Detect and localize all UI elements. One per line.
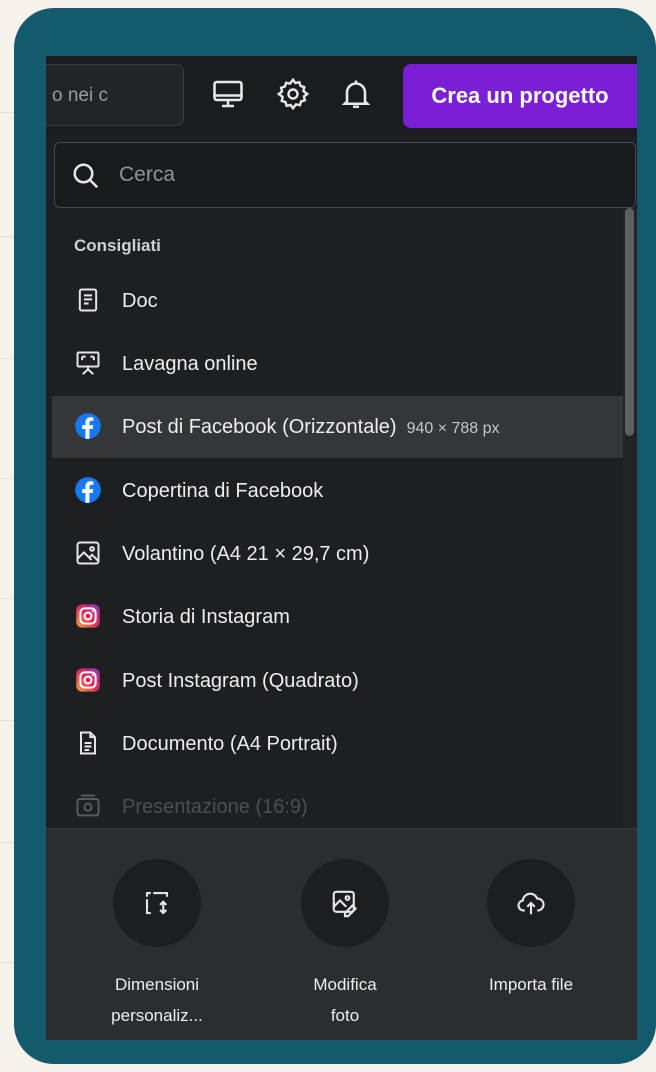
list-item-label: Presentazione (16:9) [122,796,308,818]
panel-search-input[interactable]: Cerca [54,142,636,208]
resize-icon [145,891,169,915]
presentation-icon [76,794,100,817]
list-item-whiteboard[interactable]: Lavagna online [52,333,623,395]
upload-file-circle[interactable] [487,859,575,947]
quick-actions-bar: Dimensioni personaliz... Modifica foto I… [46,828,637,1040]
instagram-icon [76,604,100,628]
list-item-instagram-story[interactable]: Storia di Instagram [52,586,623,648]
edit-photo-label: Modifica foto [313,975,377,1025]
list-item-label: Copertina di Facebook [122,480,324,502]
custom-size-label: Dimensioni personaliz... [111,975,203,1025]
custom-size-button[interactable]: Dimensioni personaliz... [72,859,242,1031]
list-item-instagram-post[interactable]: Post Instagram (Quadrato) [52,650,623,712]
scrollbar-thumb[interactable] [625,208,634,436]
list-item-label: Post di Facebook (Orizzontale) 940 × 788 … [122,416,500,438]
create-project-button[interactable]: Crea un progetto [403,64,637,128]
upload-file-label: Importa file [488,975,574,994]
section-title: Consigliati [74,236,161,255]
gear-icon[interactable] [275,76,311,112]
monitor-icon[interactable] [210,76,246,112]
document-icon [80,731,96,755]
edit-photo-circle[interactable] [301,859,389,947]
list-item-facebook-post[interactable]: Post di Facebook (Orizzontale) 940 × 788 … [52,396,623,458]
list-item-label: Storia di Instagram [122,606,290,628]
app-window: o nei c Crea un progetto Cerca Consiglia… [46,56,637,1040]
list-item-doc[interactable]: Doc [52,270,623,332]
size-hint: 940 × 788 px [406,420,500,437]
search-icon [73,163,99,189]
upload-cloud-icon [517,892,545,915]
bell-icon[interactable] [338,76,374,112]
list-item-flyer[interactable]: Volantino (A4 21 × 29,7 cm) [52,523,623,585]
list-item-label: Doc [122,290,158,312]
list-item-facebook-cover[interactable]: Copertina di Facebook [52,460,623,522]
search-placeholder: Cerca [119,163,176,186]
top-search-input[interactable]: o nei c [46,64,184,126]
facebook-icon [75,477,101,503]
list-item-document[interactable]: Documento (A4 Portrait) [52,713,623,775]
edit-photo-icon [332,890,358,918]
doc-icon [78,288,98,312]
list-item-label: Documento (A4 Portrait) [122,733,338,755]
list-item-label: Volantino (A4 21 × 29,7 cm) [122,543,370,565]
suggestions-list: Consigliati Doc Lavagna online Post di F… [46,208,623,828]
custom-size-circle[interactable] [113,859,201,947]
list-item-label: Post Instagram (Quadrato) [122,670,359,692]
list-item-label: Lavagna online [122,353,258,375]
upload-file-button[interactable]: Importa file [446,859,616,1000]
edit-photo-button[interactable]: Modifica foto [260,859,430,1031]
facebook-icon [75,413,101,439]
image-icon [76,541,100,565]
whiteboard-icon [76,351,100,375]
list-item-presentation[interactable]: Presentazione (16:9) [52,776,623,828]
top-bar: o nei c Crea un progetto [46,56,637,136]
instagram-icon [76,668,100,692]
